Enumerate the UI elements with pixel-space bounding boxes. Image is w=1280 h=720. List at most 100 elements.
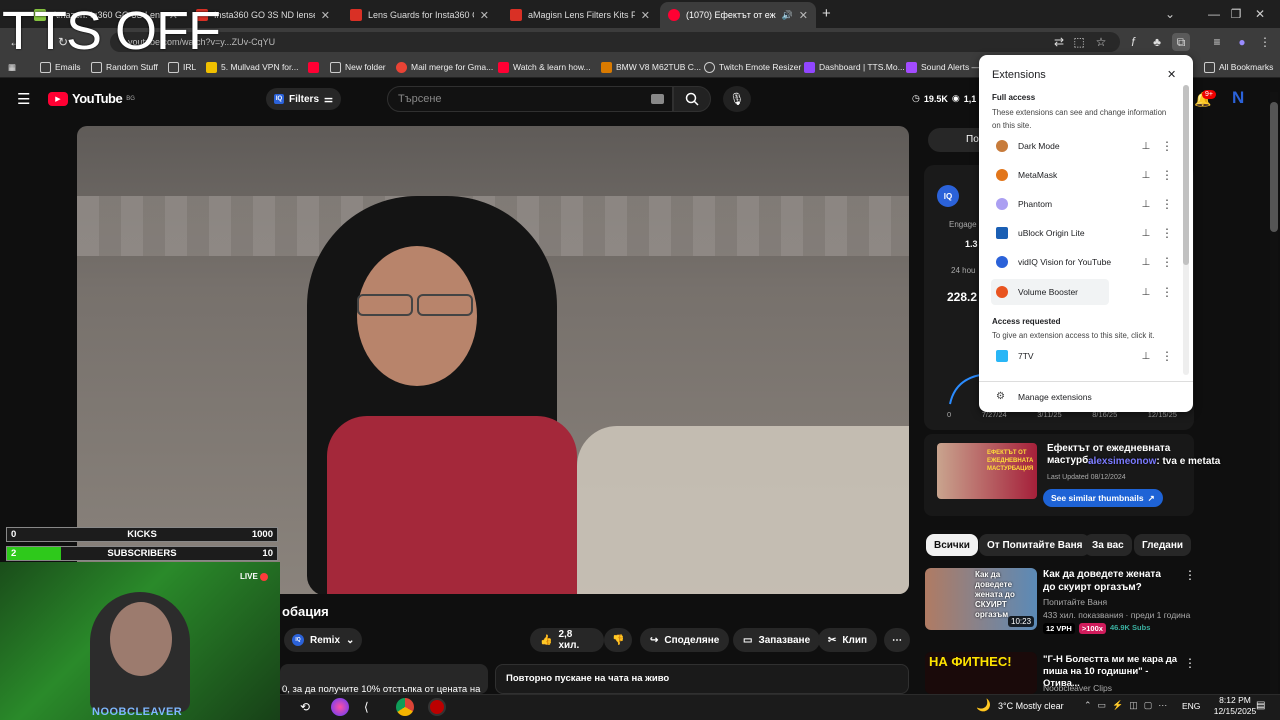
close-icon[interactable]: ✕ bbox=[321, 9, 330, 22]
obs-taskbar-icon[interactable] bbox=[428, 698, 446, 716]
window-close-button[interactable]: ✕ bbox=[1238, 0, 1280, 28]
close-icon[interactable]: ✕ bbox=[480, 9, 489, 22]
close-icon[interactable]: ✕ bbox=[641, 9, 650, 22]
new-tab-button[interactable]: + bbox=[822, 5, 831, 22]
vidiq-hours-label: 24 hou bbox=[951, 266, 976, 275]
related-video[interactable]: Как да доведете жената до СКУИРТ оргазъм… bbox=[924, 568, 1196, 634]
chip-watched[interactable]: Гледани bbox=[1134, 534, 1192, 556]
avatar[interactable]: N bbox=[1232, 88, 1250, 110]
extensions-puzzle-icon[interactable]: ⧉ bbox=[1172, 33, 1190, 51]
share-icon: ↪ bbox=[650, 634, 659, 646]
window-tabsearch-icon[interactable]: ⌄ bbox=[1148, 0, 1192, 28]
pin-icon[interactable]: ⊥ bbox=[1137, 287, 1155, 298]
chat-replay-header[interactable]: Повторно пускане на чата на живо bbox=[495, 664, 909, 694]
notifications-icon[interactable]: ▤ bbox=[1256, 700, 1265, 711]
chip-all[interactable]: Всички bbox=[926, 534, 978, 556]
language-indicator[interactable]: ENG bbox=[1182, 701, 1200, 711]
pin-icon[interactable]: ⊥ bbox=[1137, 351, 1155, 362]
address-bar[interactable]: youtube.com/watch?v=y...ZUv-CqYU bbox=[110, 32, 1120, 52]
manage-extensions-link[interactable]: Manage extensions bbox=[1018, 392, 1092, 402]
popup-scrollbar[interactable] bbox=[1183, 85, 1189, 375]
more-vert-icon[interactable]: ⋮ bbox=[1155, 226, 1179, 240]
extension-phantom[interactable]: Phantom ⊥ ⋮ bbox=[979, 191, 1179, 217]
pin-icon[interactable]: ⊥ bbox=[1137, 141, 1155, 152]
youtube-icon bbox=[498, 61, 509, 73]
more-actions-button[interactable]: ⋯ bbox=[884, 628, 910, 652]
tab-2[interactable]: Lens Guards for Insta360 GO 3S✕ bbox=[342, 2, 497, 28]
vidiq-remix-button[interactable]: IQ Remix ⌄ bbox=[284, 628, 363, 652]
save-button[interactable]: ▭ Запазване bbox=[733, 628, 821, 652]
extension-metamask[interactable]: MetaMask ⊥ ⋮ bbox=[979, 162, 1179, 188]
taskbar-app-icon[interactable]: ⟨ bbox=[364, 700, 369, 714]
chrome-taskbar-icon[interactable] bbox=[396, 698, 414, 716]
close-icon[interactable]: ✕ bbox=[799, 9, 808, 22]
taskbar-app-icon[interactable] bbox=[331, 698, 349, 716]
extension-volume-booster[interactable]: Volume Booster ⊥ ⋮ bbox=[979, 279, 1179, 305]
chip-for-you[interactable]: За вас bbox=[1084, 534, 1132, 556]
bookmark-tts-dashboard[interactable]: Dashboard | TTS.Mo... bbox=[804, 58, 905, 76]
page-scrollbar[interactable] bbox=[1270, 92, 1278, 694]
more-vert-icon[interactable]: ⋮ bbox=[1155, 197, 1179, 211]
pin-icon[interactable]: ⊥ bbox=[1137, 170, 1155, 181]
more-vert-icon[interactable]: ⋮ bbox=[1155, 349, 1179, 363]
microphone-button[interactable]: 🎙 bbox=[723, 86, 751, 112]
profile-icon[interactable]: ● bbox=[1233, 33, 1251, 51]
related-title: Как да доведете жената до скуирт оргазъм… bbox=[1043, 569, 1161, 593]
bookmark-star-icon[interactable]: ☆ bbox=[1092, 33, 1110, 51]
more-vert-icon[interactable]: ⋮ bbox=[1155, 139, 1179, 153]
bookmark-watch-learn[interactable]: Watch & learn how... bbox=[498, 58, 591, 76]
tray-icons[interactable]: ⌃▭⚡◫▢⋯ bbox=[1084, 700, 1173, 711]
pin-icon[interactable]: ⊥ bbox=[1137, 199, 1155, 210]
tab-4-active[interactable]: (1070) Ефектът от ежедне...🔊✕ bbox=[660, 2, 816, 28]
thumbnail-preview[interactable]: ЕФЕКТЪТ ОТ ЕЖЕДНЕВНАТА МАСТУРБАЦИЯ bbox=[937, 443, 1037, 499]
close-icon[interactable]: ✕ bbox=[1167, 68, 1176, 81]
weather-text[interactable]: 3°C Mostly clear bbox=[998, 701, 1064, 711]
globe-icon bbox=[704, 61, 715, 73]
youtube-logo[interactable]: ▶ YouTube BG bbox=[48, 91, 135, 106]
bookmark-sound-alerts[interactable]: Sound Alerts — bbox=[906, 58, 980, 76]
bookmark-mail-merge[interactable]: Mail merge for Gma... bbox=[396, 58, 493, 76]
keyboard-icon[interactable] bbox=[651, 94, 664, 104]
extension-vidiq[interactable]: vidIQ Vision for YouTube ⊥ ⋮ bbox=[979, 249, 1179, 275]
bookmark-twitch-emote[interactable]: Twitch Emote Resizer bbox=[704, 58, 801, 76]
speaker-icon[interactable]: 🔊 bbox=[782, 10, 793, 21]
tab-list-icon[interactable]: ≡ bbox=[1208, 33, 1226, 51]
bookmark-youtube[interactable] bbox=[308, 58, 319, 76]
extension-dark-mode[interactable]: Dark Mode ⊥ ⋮ bbox=[979, 133, 1179, 159]
ext-leaf-icon[interactable]: ♣ bbox=[1148, 33, 1166, 51]
bookmark-new-folder[interactable]: New folder bbox=[330, 58, 386, 76]
like-button[interactable]: 👍 2,8 хил. bbox=[530, 628, 604, 652]
video-thumbnail[interactable]: НА ФИТНЕС! bbox=[925, 652, 1037, 694]
install-icon[interactable]: ⬚ bbox=[1070, 33, 1088, 51]
ext-fx-icon[interactable]: f bbox=[1124, 33, 1142, 51]
tab-3[interactable]: aMagisn Lens Filters Kits For 360✕ bbox=[502, 2, 658, 28]
clock[interactable]: 8:12 PM 12/15/2025 bbox=[1210, 695, 1260, 717]
menu-kebab-icon[interactable]: ⋮ bbox=[1256, 33, 1274, 51]
pin-icon[interactable]: ⊥ bbox=[1137, 257, 1155, 268]
vidiq-filters-button[interactable]: IQ Filters ⚌ bbox=[266, 88, 341, 110]
extension-7tv[interactable]: 7TV ⊥ ⋮ bbox=[979, 343, 1179, 369]
video-player[interactable] bbox=[77, 126, 909, 594]
clip-button[interactable]: ✂ Клип bbox=[818, 628, 878, 652]
pin-icon[interactable]: ⊥ bbox=[1137, 228, 1155, 239]
dislike-button[interactable]: 👎 bbox=[604, 628, 632, 652]
taskbar-app-icon[interactable]: ⟲ bbox=[300, 700, 310, 714]
extension-ublock[interactable]: uBlock Origin Lite ⊥ ⋮ bbox=[979, 220, 1179, 246]
bookmark-bmw[interactable]: BMW V8 M62TUB C... bbox=[601, 58, 701, 76]
description-box[interactable]: 0, за да получите 10% отстъпка от цената… bbox=[280, 664, 488, 694]
translate-icon[interactable]: ⇄ bbox=[1050, 33, 1068, 51]
more-vert-icon[interactable]: ⋮ bbox=[1155, 285, 1179, 299]
share-button[interactable]: ↪ Споделяне bbox=[640, 628, 730, 652]
more-vert-icon[interactable]: ⋮ bbox=[1184, 568, 1196, 582]
search-input[interactable]: Търсене bbox=[387, 86, 673, 112]
search-button[interactable] bbox=[673, 86, 711, 112]
more-vert-icon[interactable]: ⋮ bbox=[1155, 255, 1179, 269]
bookmark-all[interactable]: All Bookmarks bbox=[1204, 58, 1273, 76]
more-vert-icon[interactable]: ⋮ bbox=[1155, 168, 1179, 182]
hamburger-menu-icon[interactable]: ☰ bbox=[17, 90, 30, 108]
vidiq-icon[interactable]: IQ bbox=[937, 185, 959, 207]
see-similar-thumbnails-button[interactable]: See similar thumbnails ↗ bbox=[1043, 489, 1163, 507]
thumbs-down-icon: 👎 bbox=[612, 634, 625, 646]
more-vert-icon[interactable]: ⋮ bbox=[1184, 656, 1196, 670]
chip-channel[interactable]: От Попитайте Ваня bbox=[979, 534, 1091, 556]
